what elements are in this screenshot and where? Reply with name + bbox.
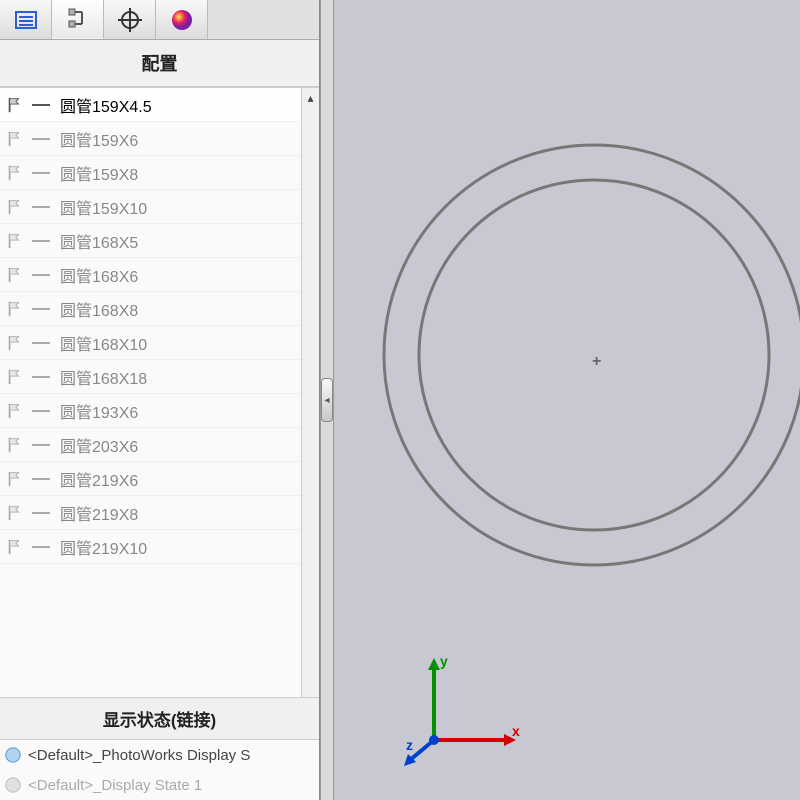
config-label: 圆管159X10: [60, 195, 147, 219]
dash-icon: [32, 308, 50, 310]
config-flag-icon: [6, 164, 24, 182]
sphere-icon: [170, 8, 194, 32]
config-item[interactable]: 圆管168X5: [0, 224, 319, 258]
config-label: 圆管219X8: [60, 501, 138, 525]
scrollbar[interactable]: ▴: [301, 88, 319, 697]
triad-y-label: y: [440, 653, 448, 669]
config-item[interactable]: 圆管159X4.5: [0, 88, 319, 122]
config-item[interactable]: 圆管168X10: [0, 326, 319, 360]
config-label: 圆管159X8: [60, 161, 138, 185]
dash-icon: [32, 376, 50, 378]
config-flag-icon: [6, 368, 24, 386]
dash-icon: [32, 104, 50, 106]
triad-z-label: z: [406, 737, 413, 753]
config-label: 圆管219X10: [60, 535, 147, 559]
config-label: 圆管168X18: [60, 365, 147, 389]
pipe-section-drawing: [379, 120, 800, 590]
tab-feature-tree[interactable]: [0, 0, 52, 39]
tab-configurations[interactable]: [52, 0, 104, 39]
dash-icon: [32, 546, 50, 548]
config-item[interactable]: 圆管203X6: [0, 428, 319, 462]
config-item[interactable]: 圆管159X8: [0, 156, 319, 190]
dash-icon: [32, 444, 50, 446]
dash-icon: [32, 410, 50, 412]
dash-icon: [32, 172, 50, 174]
display-state-label: <Default>_Display State 1: [28, 777, 202, 794]
config-flag-icon: [6, 334, 24, 352]
display-state-label: <Default>_PhotoWorks Display S: [28, 747, 250, 764]
dash-icon: [32, 206, 50, 208]
config-label: 圆管219X6: [60, 467, 138, 491]
dash-icon: [32, 138, 50, 140]
triad-x-label: x: [512, 723, 520, 739]
config-label: 圆管159X4.5: [60, 93, 152, 117]
config-flag-icon: [6, 266, 24, 284]
config-flag-icon: [6, 96, 24, 114]
config-tree-icon: [66, 7, 90, 31]
dash-icon: [32, 240, 50, 242]
config-flag-icon: [6, 538, 24, 556]
config-item[interactable]: 圆管219X8: [0, 496, 319, 530]
config-label: 圆管168X5: [60, 229, 138, 253]
config-flag-icon: [6, 504, 24, 522]
graphics-viewport[interactable]: + x y z: [334, 0, 800, 800]
config-flag-icon: [6, 198, 24, 216]
config-flag-icon: [6, 470, 24, 488]
app-root: 配置 圆管159X4.5 圆管159X6 圆管159X8 圆管159X10: [0, 0, 800, 800]
sphere-small-icon: [4, 776, 22, 794]
origin-marker-icon: +: [592, 353, 601, 371]
display-state-item[interactable]: <Default>_PhotoWorks Display S: [0, 740, 319, 770]
crosshair-icon: [118, 8, 142, 32]
list-icon: [14, 8, 38, 32]
config-label: 圆管168X6: [60, 263, 138, 287]
config-label: 圆管193X6: [60, 399, 138, 423]
display-state-item[interactable]: <Default>_Display State 1: [0, 770, 319, 800]
configs-header: 配置: [0, 40, 319, 87]
config-item[interactable]: 圆管219X6: [0, 462, 319, 496]
config-flag-icon: [6, 300, 24, 318]
tab-appearance[interactable]: [156, 0, 208, 39]
display-states-list: <Default>_PhotoWorks Display S <Default>…: [0, 740, 319, 800]
config-tree[interactable]: 圆管159X4.5 圆管159X6 圆管159X8 圆管159X10 圆管168: [0, 87, 319, 697]
config-item[interactable]: 圆管168X8: [0, 292, 319, 326]
config-flag-icon: [6, 436, 24, 454]
config-flag-icon: [6, 232, 24, 250]
config-label: 圆管159X6: [60, 127, 138, 151]
config-label: 圆管168X10: [60, 331, 147, 355]
display-states-header: 显示状态(链接): [0, 697, 319, 740]
dash-icon: [32, 274, 50, 276]
panel-splitter[interactable]: ◂: [320, 0, 334, 800]
side-panel: 配置 圆管159X4.5 圆管159X6 圆管159X8 圆管159X10: [0, 0, 320, 800]
sphere-small-icon: [4, 746, 22, 764]
dash-icon: [32, 342, 50, 344]
config-item[interactable]: 圆管159X6: [0, 122, 319, 156]
panel-tabstrip: [0, 0, 319, 40]
tab-dimxpert[interactable]: [104, 0, 156, 39]
config-flag-icon: [6, 402, 24, 420]
config-item[interactable]: 圆管159X10: [0, 190, 319, 224]
config-item[interactable]: 圆管193X6: [0, 394, 319, 428]
config-label: 圆管168X8: [60, 297, 138, 321]
config-flag-icon: [6, 130, 24, 148]
scroll-up-icon[interactable]: ▴: [302, 88, 319, 108]
view-triad[interactable]: x y z: [404, 650, 524, 770]
config-item[interactable]: 圆管168X6: [0, 258, 319, 292]
splitter-grip-icon: ◂: [321, 378, 333, 422]
dash-icon: [32, 478, 50, 480]
config-item[interactable]: 圆管168X18: [0, 360, 319, 394]
config-label: 圆管203X6: [60, 433, 138, 457]
config-item[interactable]: 圆管219X10: [0, 530, 319, 564]
dash-icon: [32, 512, 50, 514]
